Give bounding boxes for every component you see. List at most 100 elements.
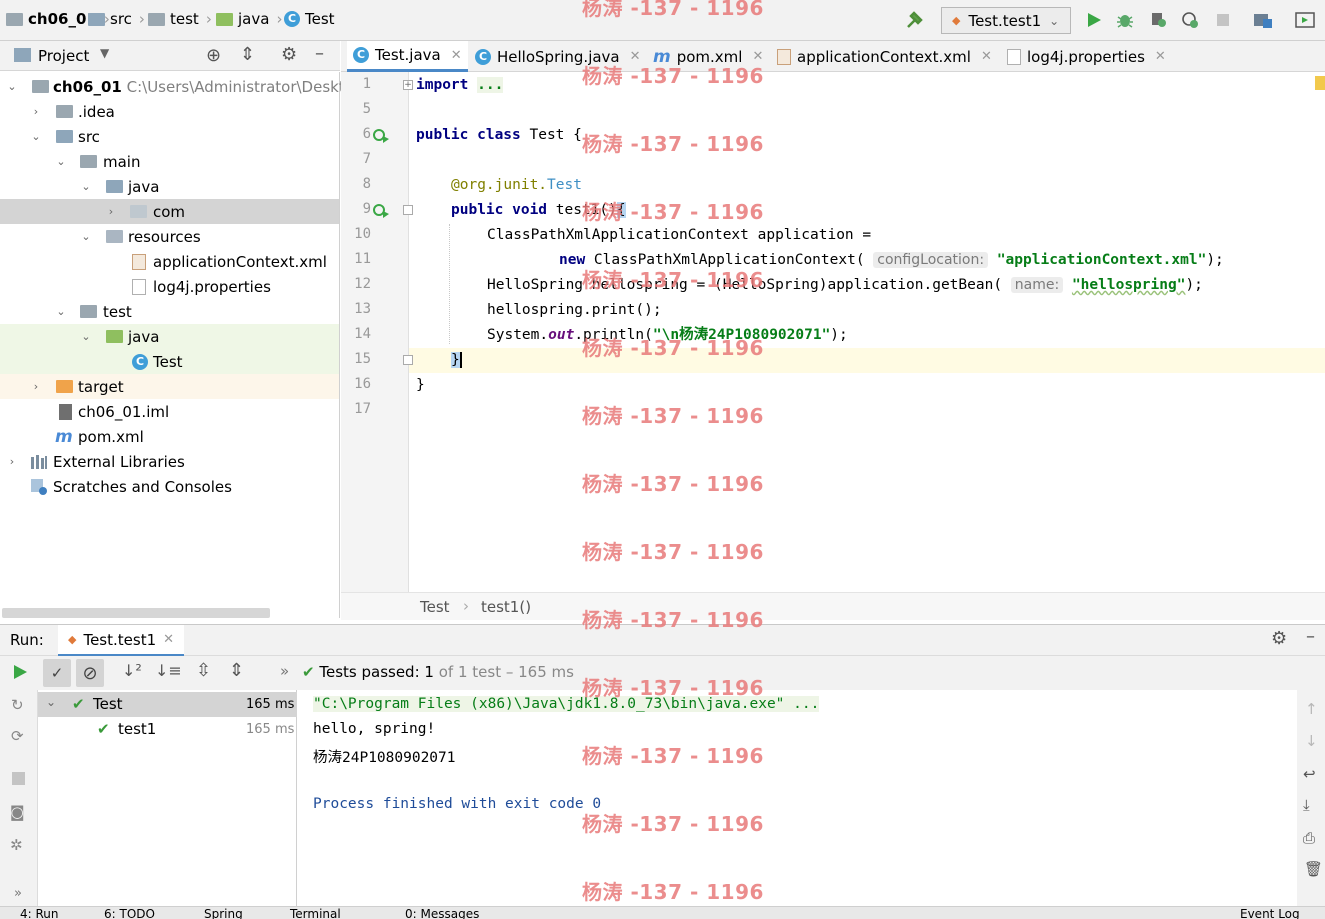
rerun-failed-icon[interactable]: ↻ xyxy=(11,696,24,714)
show-passed-icon[interactable]: ✓ xyxy=(43,659,71,687)
horizontal-scrollbar[interactable] xyxy=(2,608,270,618)
camera-icon[interactable]: ◙ xyxy=(10,803,25,821)
tree-item-iml[interactable]: ch06_01.iml xyxy=(0,399,339,424)
close-icon[interactable]: ✕ xyxy=(1155,49,1166,64)
tree-item-idea[interactable]: › .idea xyxy=(0,99,339,124)
fold-icon[interactable] xyxy=(403,355,413,365)
coverage-icon[interactable] xyxy=(1147,9,1169,31)
test-row[interactable]: ⌄ ✔ Test 165 ms xyxy=(38,692,297,717)
run-config-select[interactable]: ◆ Test.test1 ⌄ xyxy=(941,7,1071,34)
tab-run-test1[interactable]: ◆ Test.test1 ✕ xyxy=(58,625,185,657)
tree-item-test-class[interactable]: C Test xyxy=(0,349,339,374)
tab-pom-xml[interactable]: m pom.xml ✕ xyxy=(647,41,769,72)
close-icon[interactable]: ✕ xyxy=(163,632,174,647)
print-icon[interactable]: ⎙ xyxy=(1303,829,1315,847)
breadcrumb-method[interactable]: test1() xyxy=(481,598,531,616)
folder-icon xyxy=(88,12,105,26)
gear-icon[interactable]: ⚙ xyxy=(1271,628,1287,649)
folder-icon xyxy=(216,12,233,26)
tab-log4j-properties[interactable]: log4j.properties ✕ xyxy=(1001,41,1172,72)
check-icon: ✔ xyxy=(302,663,315,681)
show-ignored-icon[interactable]: ⊘ xyxy=(76,659,104,687)
tree-item-java-test[interactable]: ⌄ java xyxy=(0,324,339,349)
trash-icon[interactable]: 🗑 xyxy=(1304,860,1323,878)
line-number: 12 xyxy=(354,276,371,292)
tree-item-resources[interactable]: ⌄ resources xyxy=(0,224,339,249)
run-anything-icon[interactable] xyxy=(1294,9,1316,31)
collapse-all-icon[interactable]: ⇕ xyxy=(240,44,255,65)
test-row[interactable]: ✔ test1 165 ms xyxy=(38,717,297,742)
build-icon[interactable] xyxy=(904,9,926,31)
close-icon[interactable]: ✕ xyxy=(981,49,992,64)
run-toolbar: ✓ ⊘ ↓² ↓≡ ⇳ ⇕ » ✔ Tests passed: 1 of 1 t… xyxy=(0,656,1325,690)
run-icon[interactable] xyxy=(1083,9,1105,31)
inspection-marker[interactable] xyxy=(1315,76,1325,90)
chevron-down-icon[interactable]: ▼ xyxy=(100,46,109,60)
close-icon[interactable]: ✕ xyxy=(752,49,763,64)
hide-icon[interactable]: – xyxy=(315,43,324,64)
sort-alpha-icon[interactable]: ↓² xyxy=(122,661,142,680)
tree-item-external-libraries[interactable]: › External Libraries xyxy=(0,449,339,474)
tool-tab-run[interactable]: 4: Run xyxy=(20,907,59,919)
tool-tab-todo[interactable]: 6: TODO xyxy=(104,907,155,919)
scroll-to-end-icon[interactable]: ⤓ xyxy=(1303,796,1310,814)
tree-item-project[interactable]: ⌄ ch06_01 C:\Users\Administrator\Deskto xyxy=(0,74,354,99)
tree-item-test[interactable]: ⌄ test xyxy=(0,299,339,324)
console-line: hello, spring! xyxy=(313,721,436,737)
fold-icon[interactable]: + xyxy=(403,80,413,90)
soft-wrap-icon[interactable]: ↩ xyxy=(1303,765,1316,783)
arrow-up-icon[interactable]: ↑ xyxy=(1305,700,1318,718)
hide-icon[interactable]: – xyxy=(1306,626,1315,647)
sort-duration-icon[interactable]: ↓≡ xyxy=(155,661,182,680)
arrow-down-icon[interactable]: ↓ xyxy=(1305,732,1318,750)
more-icon[interactable]: » xyxy=(280,662,289,680)
tree-item-scratches[interactable]: Scratches and Consoles xyxy=(0,474,339,499)
expand-all-icon[interactable]: ⇳ xyxy=(196,660,211,681)
settings-icon[interactable]: ✲ xyxy=(10,836,23,854)
console-output[interactable]: "C:\Program Files (x86)\Java\jdk1.8.0_73… xyxy=(297,690,1297,906)
close-icon[interactable]: ✕ xyxy=(451,48,462,63)
gear-icon[interactable]: ⚙ xyxy=(281,44,297,65)
package-icon xyxy=(130,205,147,218)
editor-breadcrumb: Test › test1() xyxy=(341,592,1325,620)
tool-tab-terminal[interactable]: Terminal xyxy=(290,907,341,919)
crumb-java[interactable]: java › xyxy=(216,10,282,28)
project-view-select[interactable]: Project xyxy=(38,47,89,65)
folder-icon xyxy=(56,105,73,118)
crumb-test[interactable]: test › xyxy=(148,10,212,28)
close-icon[interactable]: ✕ xyxy=(630,49,641,64)
stop-icon[interactable] xyxy=(1212,9,1234,31)
excluded-folder-icon xyxy=(56,380,73,393)
project-structure-icon[interactable] xyxy=(1252,9,1274,31)
run-gutter-icon[interactable] xyxy=(372,203,390,223)
locate-icon[interactable]: ⊕ xyxy=(206,45,221,66)
test-results-tree: ⌄ ✔ Test 165 ms ✔ test1 165 ms xyxy=(38,690,297,906)
tree-item-main[interactable]: ⌄ main xyxy=(0,149,339,174)
toggle-auto-test-icon[interactable]: ⟳ xyxy=(11,727,24,745)
tree-item-src[interactable]: ⌄ src xyxy=(0,124,339,149)
tool-tab-event-log[interactable]: Event Log xyxy=(1240,907,1300,919)
tree-item-com[interactable]: › com xyxy=(0,199,339,224)
stop-icon[interactable] xyxy=(12,772,25,785)
rerun-icon[interactable] xyxy=(12,664,28,684)
tree-item-log4j[interactable]: log4j.properties xyxy=(0,274,339,299)
tab-test-java[interactable]: C Test.java ✕ xyxy=(347,41,468,72)
breadcrumb-class[interactable]: Test xyxy=(420,598,450,616)
more-icon[interactable]: » xyxy=(14,886,22,901)
tree-item-target[interactable]: › target xyxy=(0,374,339,399)
collapse-all-icon[interactable]: ⇕ xyxy=(229,660,244,681)
crumb-test-class[interactable]: C Test xyxy=(284,10,335,28)
tool-tab-spring[interactable]: Spring xyxy=(204,907,243,919)
fold-icon[interactable] xyxy=(403,205,413,215)
tree-item-java-main[interactable]: ⌄ java xyxy=(0,174,339,199)
tab-hellospring-java[interactable]: C HelloSpring.java ✕ xyxy=(469,41,647,72)
tool-tab-messages[interactable]: 0: Messages xyxy=(405,907,479,919)
tab-applicationcontext-xml[interactable]: applicationContext.xml ✕ xyxy=(771,41,998,72)
profile-icon[interactable] xyxy=(1179,9,1201,31)
source-folder-icon xyxy=(106,180,123,193)
tree-item-pom[interactable]: m pom.xml xyxy=(0,424,339,449)
tree-item-applicationcontext[interactable]: applicationContext.xml xyxy=(0,249,339,274)
crumb-src[interactable]: src › xyxy=(88,10,145,28)
run-gutter-icon[interactable] xyxy=(372,128,390,148)
debug-icon[interactable] xyxy=(1114,9,1136,31)
